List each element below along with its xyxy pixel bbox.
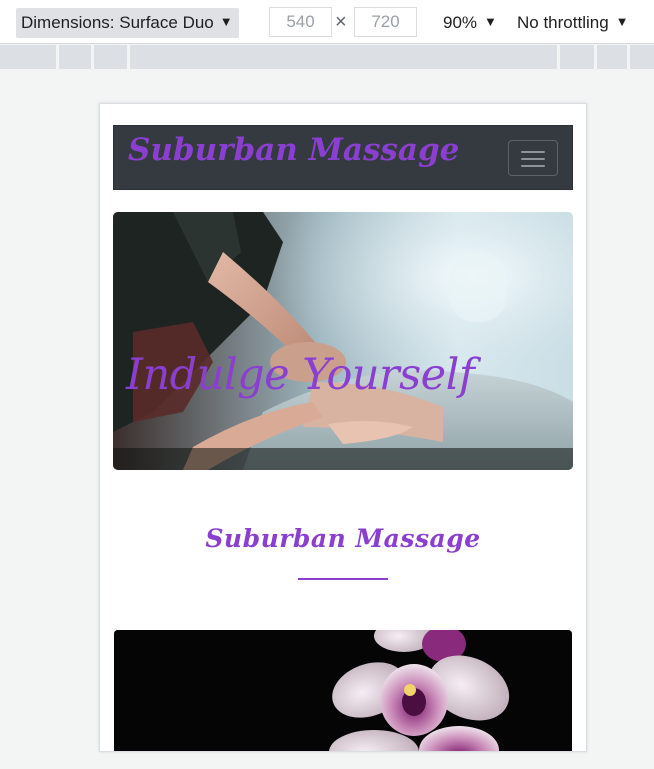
media-query-segment[interactable] bbox=[557, 45, 595, 69]
throttling-label: No throttling bbox=[517, 13, 609, 32]
zoom-dropdown[interactable]: 90% ▼ bbox=[443, 8, 497, 38]
media-query-segment[interactable] bbox=[594, 45, 629, 69]
times-icon: × bbox=[335, 11, 347, 33]
device-dimensions-dropdown[interactable]: Dimensions: Surface Duo ▼ bbox=[16, 8, 239, 38]
device-toolbar: Dimensions: Surface Duo ▼ 540 × 720 90% ▼ … bbox=[0, 0, 654, 44]
zoom-label: 90% bbox=[443, 13, 478, 32]
viewport-width-input[interactable]: 540 bbox=[269, 7, 332, 37]
media-query-segment[interactable] bbox=[627, 45, 654, 69]
section-divider bbox=[298, 578, 388, 580]
chevron-down-icon: ▼ bbox=[219, 14, 233, 29]
media-query-segment[interactable] bbox=[0, 45, 58, 69]
media-query-segment[interactable] bbox=[56, 45, 92, 69]
hero-title: Indulge Yourself bbox=[126, 350, 475, 400]
chevron-down-icon: ▼ bbox=[615, 14, 629, 29]
navbar-brand[interactable]: Suburban Massage bbox=[128, 132, 459, 168]
media-query-bar bbox=[0, 45, 654, 69]
viewport-height-input[interactable]: 720 bbox=[354, 7, 417, 37]
chevron-down-icon: ▼ bbox=[484, 14, 497, 29]
device-viewport: Suburban Massage Indulge Yourself Suburb… bbox=[99, 103, 587, 752]
site-navbar: Suburban Massage bbox=[113, 125, 573, 190]
throttling-dropdown[interactable]: No throttling ▼ bbox=[517, 8, 629, 38]
media-query-segment[interactable] bbox=[127, 45, 559, 69]
media-query-segment[interactable] bbox=[91, 45, 129, 69]
device-dimensions-label: Dimensions: Surface Duo bbox=[21, 13, 214, 32]
orchid-photo bbox=[114, 630, 572, 751]
hero-banner: Indulge Yourself bbox=[113, 212, 573, 470]
massage-photo bbox=[113, 212, 573, 470]
navbar-toggler-button[interactable] bbox=[508, 140, 558, 176]
section-title: Suburban Massage bbox=[205, 524, 481, 553]
